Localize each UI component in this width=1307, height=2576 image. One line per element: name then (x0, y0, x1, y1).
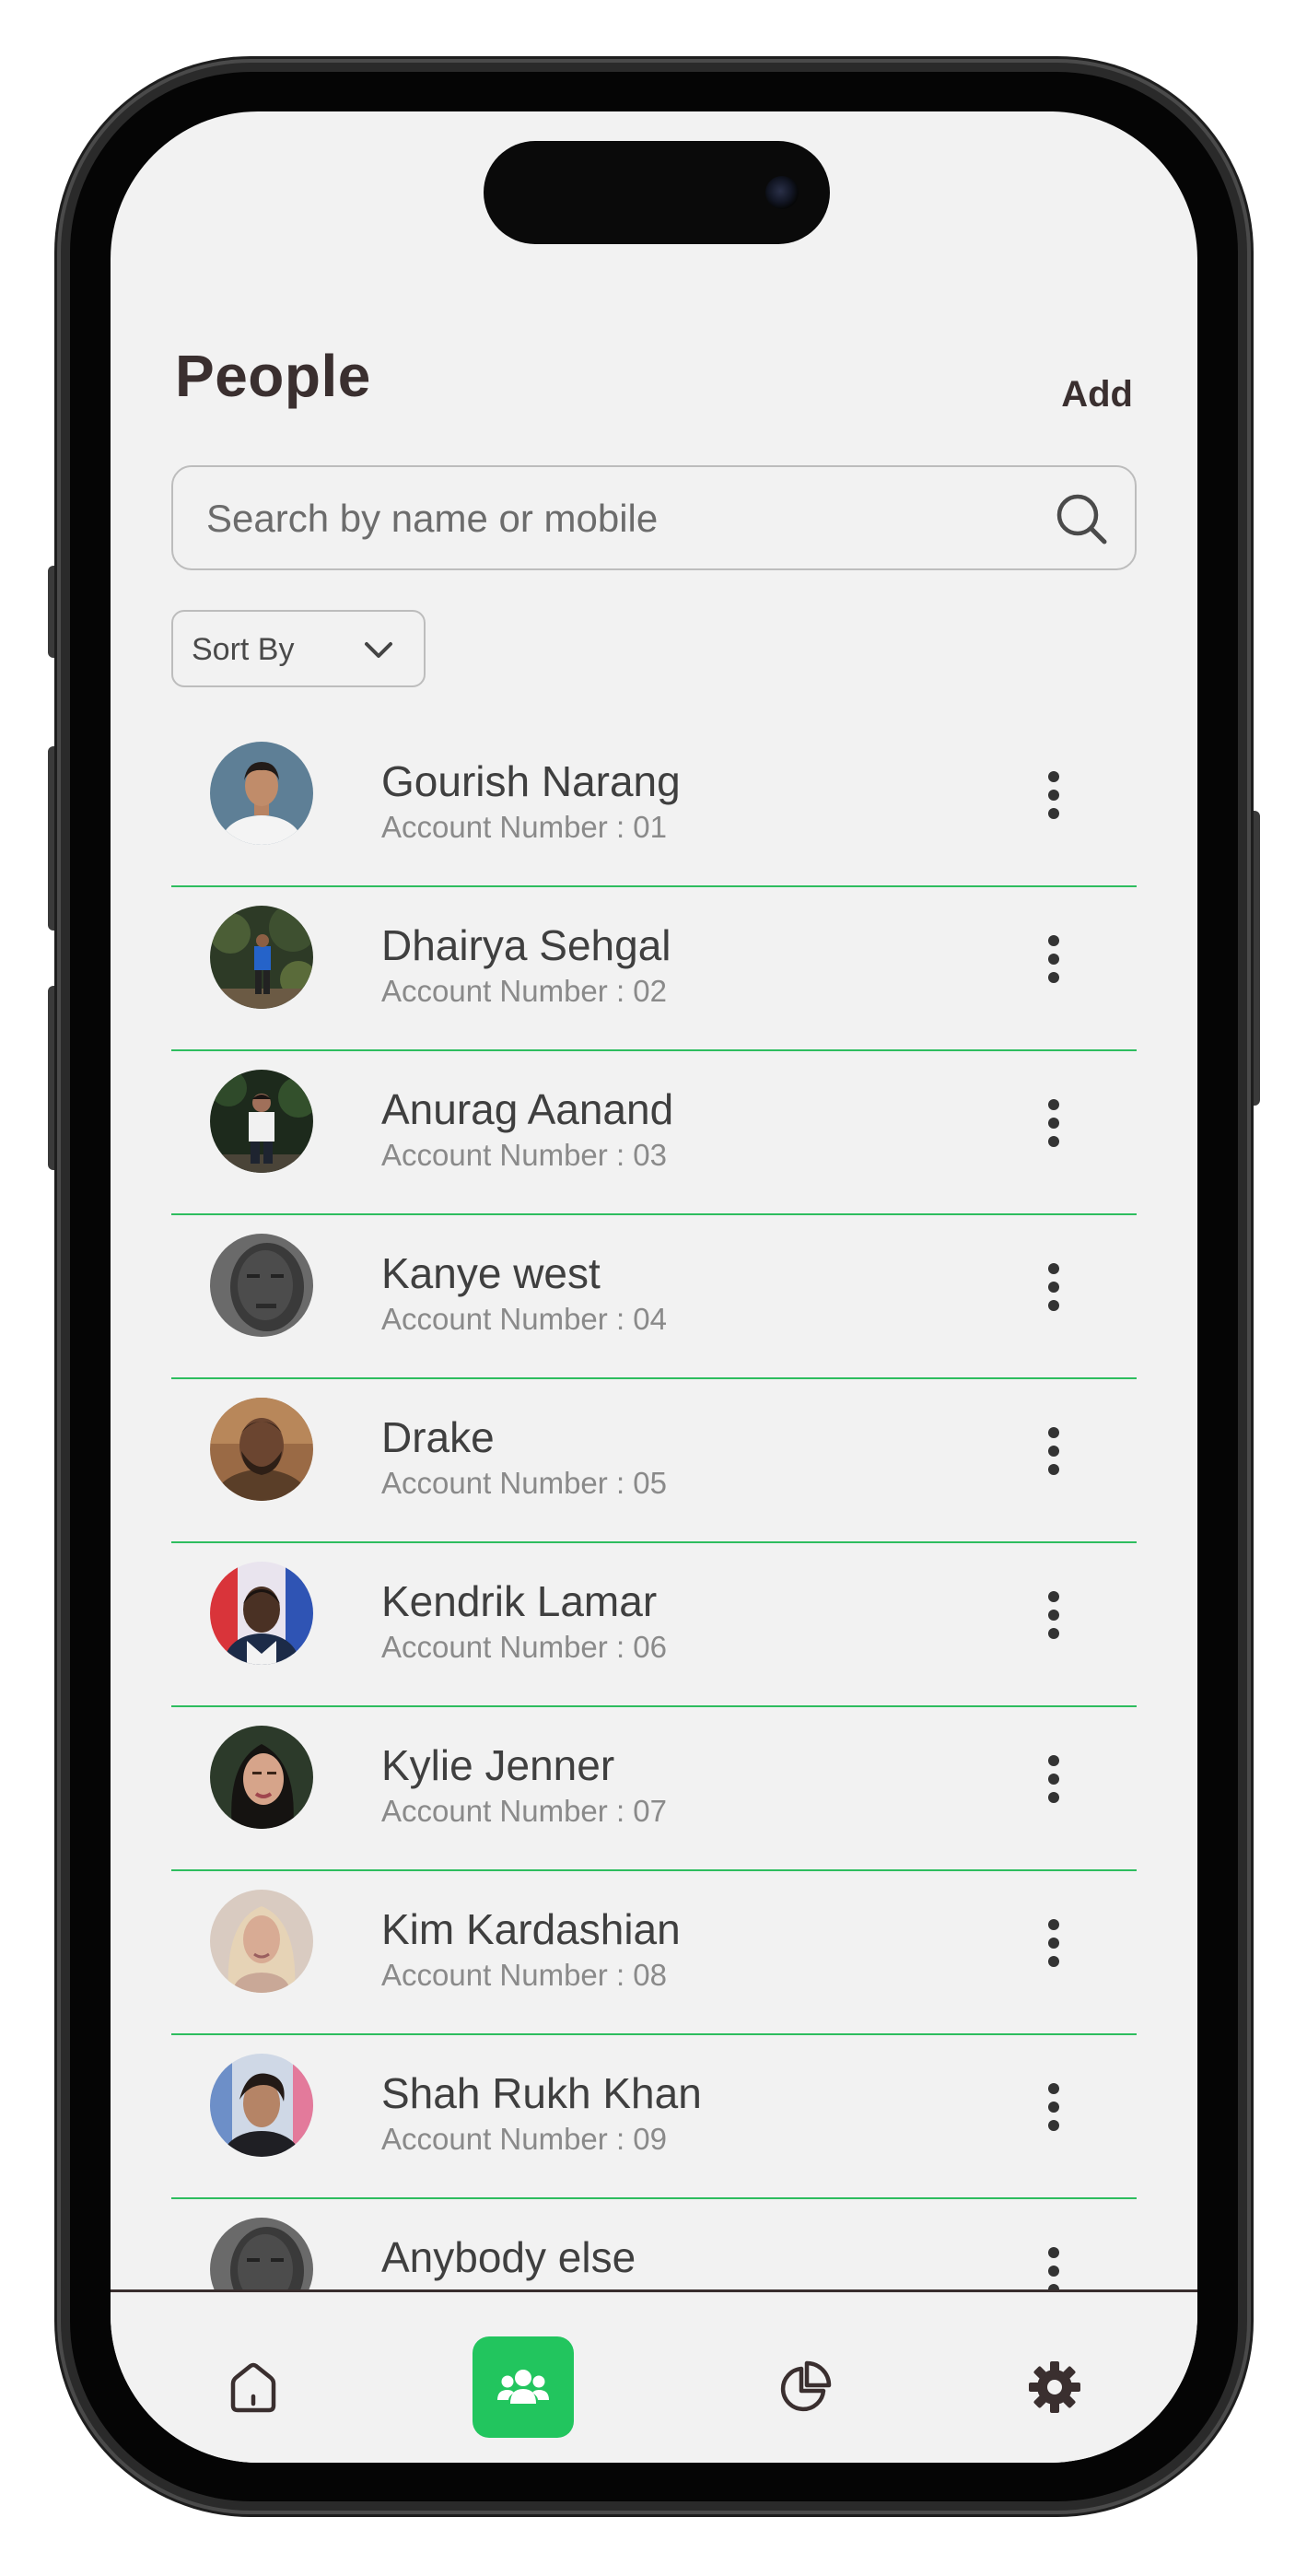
account-number: Account Number : 04 (381, 1302, 667, 1336)
avatar (210, 1234, 313, 1337)
account-number: Account Number : 03 (381, 1138, 667, 1172)
person-name: Drake (381, 1413, 495, 1461)
nav-settings[interactable] (1004, 2336, 1105, 2438)
avatar (210, 1070, 313, 1173)
account-number: Account Number : 05 (381, 1466, 667, 1500)
search-icon[interactable] (1054, 491, 1109, 546)
avatar (210, 1890, 313, 1993)
pie-chart-icon (780, 2360, 832, 2412)
nav-people[interactable] (473, 2336, 574, 2438)
list-item[interactable]: Kim Kardashian Account Number : 08 (171, 1871, 1137, 2035)
gear-icon (1029, 2361, 1080, 2413)
people-list: Gourish Narang Account Number : 01 Dhair… (171, 723, 1137, 2319)
page-title: People (175, 343, 371, 409)
list-item[interactable]: Dhairya Sehgal Account Number : 02 (171, 887, 1137, 1051)
nav-home[interactable] (203, 2336, 304, 2438)
person-name: Kylie Jenner (381, 1741, 615, 1789)
camera-lens (765, 176, 799, 209)
add-button[interactable]: Add (1061, 374, 1133, 416)
list-item[interactable]: Drake Account Number : 05 (171, 1379, 1137, 1543)
account-number: Account Number : 07 (381, 1794, 667, 1828)
avatar (210, 906, 313, 1009)
more-options-icon[interactable] (1035, 1094, 1072, 1153)
avatar (210, 2054, 313, 2157)
more-options-icon[interactable] (1035, 2078, 1072, 2137)
person-name: Kanye west (381, 1249, 601, 1297)
person-name: Dhairya Sehgal (381, 921, 671, 969)
phone-screen: People Add Sort By Gourish (111, 111, 1197, 2463)
account-number: Account Number : 09 (381, 2122, 667, 2156)
nav-stats[interactable] (754, 2336, 856, 2438)
avatar (210, 1398, 313, 1501)
list-item[interactable]: Kylie Jenner Account Number : 07 (171, 1707, 1137, 1871)
account-number: Account Number : 08 (381, 1958, 667, 1992)
list-item[interactable]: Anurag Aanand Account Number : 03 (171, 1051, 1137, 1215)
person-name: Kendrik Lamar (381, 1577, 658, 1625)
more-options-icon[interactable] (1035, 930, 1072, 989)
more-options-icon[interactable] (1035, 766, 1072, 825)
sort-dropdown[interactable]: Sort By (171, 610, 426, 687)
person-name: Kim Kardashian (381, 1905, 681, 1953)
account-number: Account Number : 02 (381, 974, 667, 1008)
more-options-icon[interactable] (1035, 1422, 1072, 1481)
more-options-icon[interactable] (1035, 1258, 1072, 1317)
avatar (210, 1562, 313, 1665)
more-options-icon[interactable] (1035, 1914, 1072, 1973)
more-options-icon[interactable] (1035, 1750, 1072, 1809)
bottom-nav (111, 2289, 1197, 2463)
dynamic-island (484, 141, 830, 244)
home-icon (230, 2362, 276, 2413)
chevron-down-icon (365, 642, 392, 658)
avatar (210, 1726, 313, 1829)
people-icon (497, 2370, 549, 2404)
list-item[interactable]: Gourish Narang Account Number : 01 (171, 723, 1137, 887)
list-item[interactable]: Shah Rukh Khan Account Number : 09 (171, 2035, 1137, 2199)
avatar (210, 742, 313, 845)
person-name: Gourish Narang (381, 757, 681, 805)
list-item[interactable]: Kendrik Lamar Account Number : 06 (171, 1543, 1137, 1707)
person-name: Shah Rukh Khan (381, 2069, 702, 2117)
search-bar (171, 465, 1137, 570)
person-name: Anurag Aanand (381, 1085, 674, 1133)
sort-label: Sort By (192, 632, 295, 667)
person-name: Anybody else (381, 2233, 636, 2281)
search-input[interactable] (204, 467, 1019, 570)
list-item[interactable]: Kanye west Account Number : 04 (171, 1215, 1137, 1379)
account-number: Account Number : 01 (381, 810, 667, 844)
more-options-icon[interactable] (1035, 1586, 1072, 1645)
account-number: Account Number : 06 (381, 1630, 667, 1664)
